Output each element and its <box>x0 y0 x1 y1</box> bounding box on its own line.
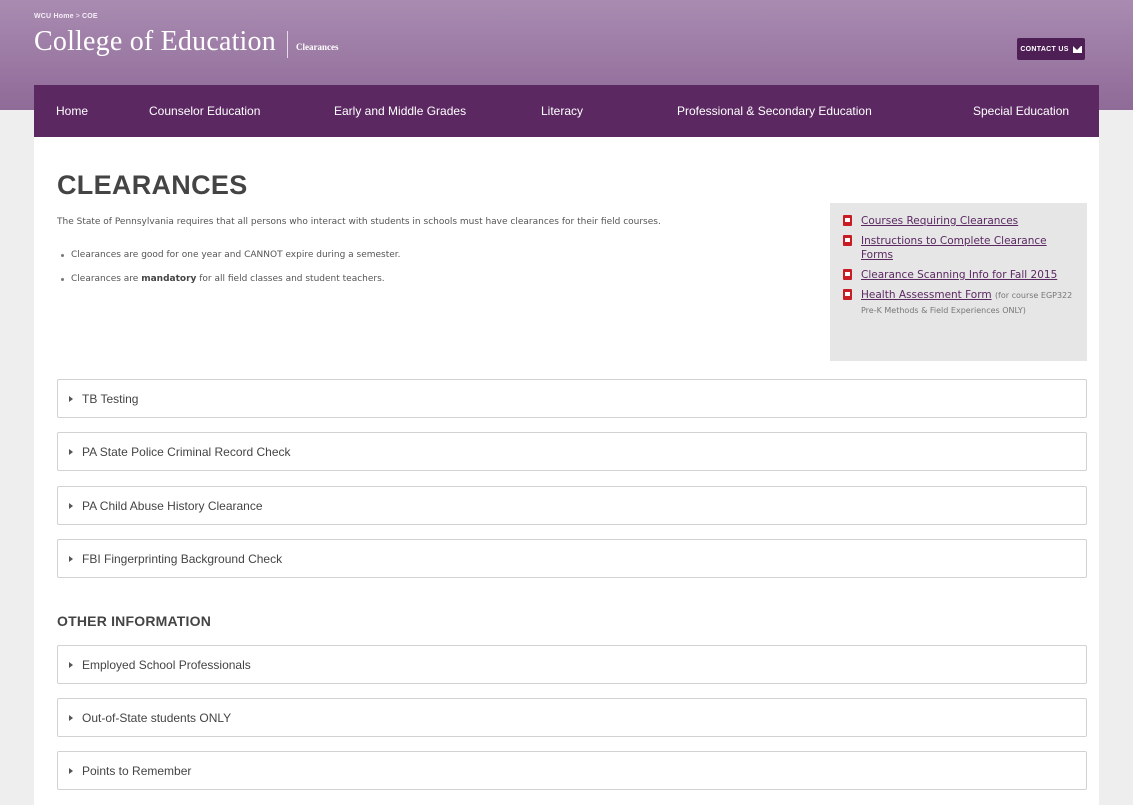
requirements-list: Clearances are good for one year and CAN… <box>61 250 401 298</box>
contact-us-label: CONTACT US <box>1020 45 1069 53</box>
sidebar-item-health: Health Assessment Form (for course EGP32… <box>843 288 1077 318</box>
nav-item-literacy[interactable]: Literacy <box>541 85 583 137</box>
other-information-heading: OTHER INFORMATION <box>57 613 212 629</box>
accordion-label: Out-of-State students ONLY <box>82 710 232 725</box>
bullet-text-emphasis: mandatory <box>141 274 197 284</box>
breadcrumb-wcu-home[interactable]: WCU Home <box>34 13 74 20</box>
envelope-icon <box>1072 45 1082 53</box>
nav-item-early-middle-grades[interactable]: Early and Middle Grades <box>334 85 466 137</box>
pdf-icon <box>843 289 852 300</box>
bullet-text: Clearances are mandatory for all field c… <box>71 274 385 284</box>
accordion-label: FBI Fingerprinting Background Check <box>82 551 283 566</box>
sidebar-item-courses: Courses Requiring Clearances <box>843 214 1077 228</box>
caret-right-icon <box>69 661 73 668</box>
bullet-text-after: for all field classes and student teache… <box>196 274 385 284</box>
pdf-icon <box>843 235 852 246</box>
caret-right-icon <box>69 448 73 455</box>
breadcrumb-coe[interactable]: COE <box>82 13 98 20</box>
accordion-pa-child-abuse[interactable]: PA Child Abuse History Clearance <box>57 486 1087 525</box>
page-title: CLEARANCES <box>57 170 248 200</box>
sidebar-item-instructions: Instructions to Complete Clearance Forms <box>843 234 1077 262</box>
accordion-label: PA Child Abuse History Clearance <box>82 498 263 513</box>
resources-sidebar: Courses Requiring Clearances Instruction… <box>830 203 1087 361</box>
nav-item-counselor-education[interactable]: Counselor Education <box>149 85 260 137</box>
list-item: Clearances are mandatory for all field c… <box>61 274 401 298</box>
health-assessment-link[interactable]: Health Assessment Form <box>861 289 992 301</box>
caret-right-icon <box>69 767 73 774</box>
site-title[interactable]: College of Education <box>34 26 276 58</box>
bullet-icon <box>61 278 64 281</box>
section-name[interactable]: Clearances <box>296 42 339 52</box>
accordion-tb-testing[interactable]: TB Testing <box>57 379 1087 418</box>
contact-us-button[interactable]: CONTACT US <box>1017 38 1085 60</box>
caret-right-icon <box>69 395 73 402</box>
accordion-out-of-state[interactable]: Out-of-State students ONLY <box>57 698 1087 737</box>
scanning-info-link[interactable]: Clearance Scanning Info for Fall 2015 <box>861 269 1057 281</box>
bullet-text-before: Clearances are <box>71 274 142 284</box>
accordion-label: Employed School Professionals <box>82 657 251 672</box>
nav-item-home[interactable]: Home <box>56 85 88 137</box>
title-divider <box>287 31 288 58</box>
accordion-fbi-fingerprinting[interactable]: FBI Fingerprinting Background Check <box>57 539 1087 578</box>
main-content: CLEARANCES The State of Pennsylvania req… <box>34 137 1099 805</box>
accordion-label: Points to Remember <box>82 763 192 778</box>
accordion-label: TB Testing <box>82 391 139 406</box>
instructions-link[interactable]: Instructions to Complete Clearance Forms <box>861 235 1047 261</box>
accordion-pa-state-police[interactable]: PA State Police Criminal Record Check <box>57 432 1087 471</box>
intro-text: The State of Pennsylvania requires that … <box>57 217 661 227</box>
bullet-icon <box>61 254 64 257</box>
pdf-icon <box>843 215 852 226</box>
nav-item-professional-secondary[interactable]: Professional & Secondary Education <box>677 85 872 137</box>
accordion-employed-professionals[interactable]: Employed School Professionals <box>57 645 1087 684</box>
list-item: Clearances are good for one year and CAN… <box>61 250 401 274</box>
sidebar-item-scanning: Clearance Scanning Info for Fall 2015 <box>843 268 1077 282</box>
caret-right-icon <box>69 714 73 721</box>
bullet-text: Clearances are good for one year and CAN… <box>71 250 401 260</box>
pdf-icon <box>843 269 852 280</box>
courses-requiring-clearances-link[interactable]: Courses Requiring Clearances <box>861 215 1018 227</box>
caret-right-icon <box>69 555 73 562</box>
main-nav: Home Counselor Education Early and Middl… <box>34 85 1099 137</box>
nav-item-special-education[interactable]: Special Education <box>973 85 1069 137</box>
caret-right-icon <box>69 502 73 509</box>
breadcrumb: WCU Home > COE <box>34 13 98 20</box>
accordion-label: PA State Police Criminal Record Check <box>82 444 291 459</box>
accordion-points-to-remember[interactable]: Points to Remember <box>57 751 1087 790</box>
breadcrumb-separator: > <box>75 13 81 20</box>
